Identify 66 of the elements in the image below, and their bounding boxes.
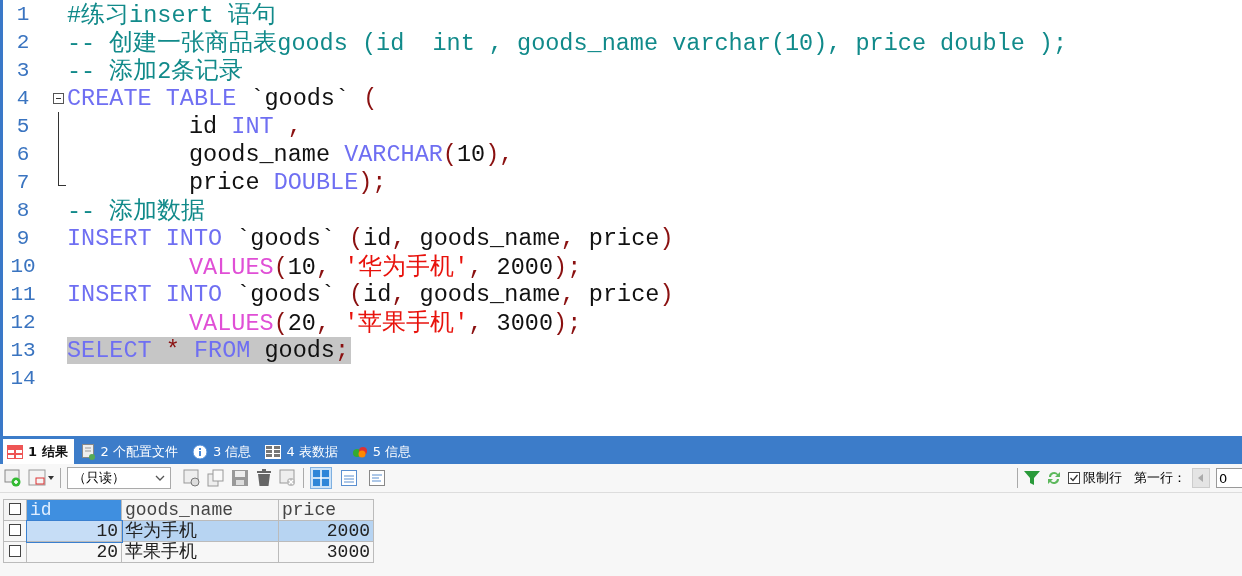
- code-line: INSERT INTO `goods` (id, goods_name, price): [67, 280, 675, 308]
- table-cell: 苹果手机: [121, 541, 279, 563]
- line-number: 2: [15, 30, 31, 54]
- table-cell: 20: [26, 541, 122, 563]
- result-tab[interactable]: 1 结果: [3, 439, 74, 464]
- circles-icon: [351, 445, 368, 458]
- row-checkbox[interactable]: [9, 545, 21, 557]
- code-line: price DOUBLE);: [189, 168, 388, 196]
- caret-icon: [155, 475, 165, 481]
- line-number: 3: [15, 58, 31, 82]
- collapse-toggle-icon[interactable]: [53, 92, 64, 104]
- limit-rows-checkbox[interactable]: [1068, 472, 1080, 484]
- first-row-label: 第一行：: [1134, 469, 1186, 487]
- code-line: VALUES(20, '苹果手机', 3000);: [189, 309, 583, 338]
- code-line: CREATE TABLE `goods` (: [67, 84, 379, 112]
- line-number: 6: [15, 142, 31, 166]
- select-all-checkbox[interactable]: [9, 503, 21, 515]
- line-number: 4: [15, 86, 31, 110]
- code-line: -- 添加数据: [67, 197, 207, 226]
- result-tab[interactable]: 2 个配置文件: [77, 439, 184, 464]
- view-mode-button[interactable]: [310, 467, 332, 489]
- code-line: VALUES(10, '华为手机', 2000);: [189, 253, 583, 282]
- result-tab[interactable]: 5 信息: [347, 439, 418, 464]
- left-arrow-icon: [1198, 474, 1204, 482]
- save-icon[interactable]: [231, 469, 249, 487]
- grid-icon: [7, 444, 23, 459]
- table-cell: 3000: [278, 541, 374, 563]
- code-line: -- 添加2条记录: [67, 57, 245, 86]
- add-row-icon[interactable]: [4, 469, 22, 487]
- column-header[interactable]: price: [278, 499, 374, 521]
- code-line: id INT ,: [189, 112, 303, 140]
- grid-menu-icon[interactable]: [28, 469, 54, 487]
- code-line: -- 创建一张商品表goods (id int , goods_name varchar(10), price double );: [67, 29, 1069, 58]
- document-icon: [81, 443, 96, 460]
- code-line: #练习insert 语句: [67, 1, 277, 30]
- line-number: 14: [9, 366, 37, 390]
- column-header[interactable]: goods_name: [121, 499, 279, 521]
- info-icon: [192, 443, 208, 460]
- mode-dropdown[interactable]: （只读）: [67, 467, 171, 489]
- table-icon: [265, 444, 282, 459]
- line-number: 8: [15, 198, 31, 222]
- result-tab[interactable]: 4 表数据: [261, 439, 344, 464]
- code-line: INSERT INTO `goods` (id, goods_name, price): [67, 224, 675, 252]
- line-number: 9: [15, 226, 31, 250]
- view-mode-button[interactable]: [338, 467, 360, 489]
- duplicate-icon[interactable]: [207, 469, 225, 487]
- line-number: 12: [9, 310, 37, 334]
- view-mode-button[interactable]: [366, 467, 388, 489]
- line-number: 5: [15, 114, 31, 138]
- limit-rows-label: 限制行: [1083, 469, 1122, 487]
- line-number: 1: [15, 2, 31, 26]
- result-tab[interactable]: 3 信息: [188, 439, 258, 464]
- cancel-icon[interactable]: [279, 469, 297, 487]
- line-number: 10: [9, 254, 37, 278]
- table-cell: 10: [26, 520, 122, 542]
- code-line: goods_name VARCHAR(10),: [189, 140, 515, 168]
- trash-icon[interactable]: [255, 469, 273, 487]
- first-row-field[interactable]: 0: [1216, 468, 1242, 488]
- filter-icon[interactable]: [1024, 470, 1040, 486]
- line-number: 13: [9, 338, 37, 362]
- line-number: 11: [9, 282, 37, 306]
- row-checkbox[interactable]: [9, 524, 21, 536]
- line-number: 7: [15, 170, 31, 194]
- refresh-icon[interactable]: [1046, 470, 1062, 486]
- insert-row-icon[interactable]: [183, 469, 201, 487]
- previous-button[interactable]: [1192, 468, 1210, 488]
